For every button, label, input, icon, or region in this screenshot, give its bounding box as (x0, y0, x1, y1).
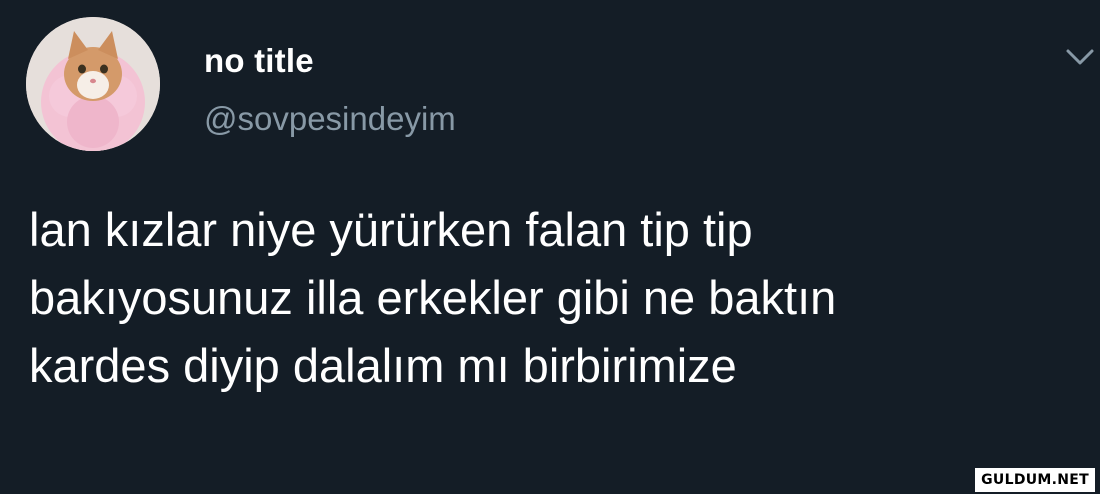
tweet-card: no title @sovpesindeyim lan kızlar niye … (0, 0, 1100, 494)
display-name[interactable]: no title (204, 42, 314, 80)
tweet-line: lan kızlar niye yürürken falan tip tip (29, 203, 753, 256)
avatar[interactable] (26, 17, 160, 151)
tweet-line: bakıyosunuz illa erkekler gibi ne baktın (29, 271, 837, 324)
cat-avatar-image (26, 17, 160, 151)
tweet-text: lan kızlar niye yürürken falan tip tip b… (29, 196, 1089, 400)
site-watermark: GULDUM.NET (975, 468, 1095, 492)
tweet-line: kardes diyip dalalım mı birbirimize (29, 339, 737, 392)
chevron-down-icon[interactable] (1062, 42, 1098, 72)
user-handle[interactable]: @sovpesindeyim (204, 100, 456, 138)
